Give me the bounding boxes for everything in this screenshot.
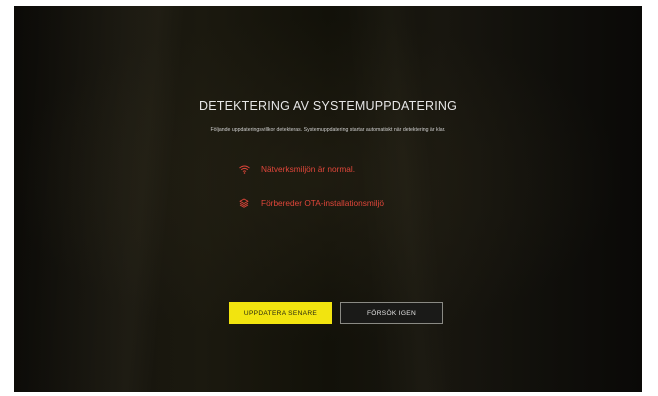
retry-button[interactable]: FÖRSÖK IGEN bbox=[340, 302, 443, 324]
page-title: DETEKTERING AV SYSTEMUPPDATERING bbox=[198, 99, 458, 113]
check-label-ota: Förbereder OTA-installationsmiljö bbox=[261, 198, 384, 208]
check-label-network: Nätverksmiljön är normal. bbox=[261, 164, 356, 174]
layers-icon bbox=[238, 198, 250, 208]
update-detection-screen: DETEKTERING AV SYSTEMUPPDATERING Följand… bbox=[14, 6, 642, 392]
check-row-network: Nätverksmiljön är normal. bbox=[238, 164, 355, 174]
update-later-button[interactable]: UPPDATERA SENARE bbox=[229, 302, 332, 324]
wifi-icon bbox=[238, 164, 250, 174]
page-subtitle: Följande uppdateringsvillkor detekteras.… bbox=[210, 127, 446, 133]
check-row-ota: Förbereder OTA-installationsmiljö bbox=[238, 198, 384, 208]
